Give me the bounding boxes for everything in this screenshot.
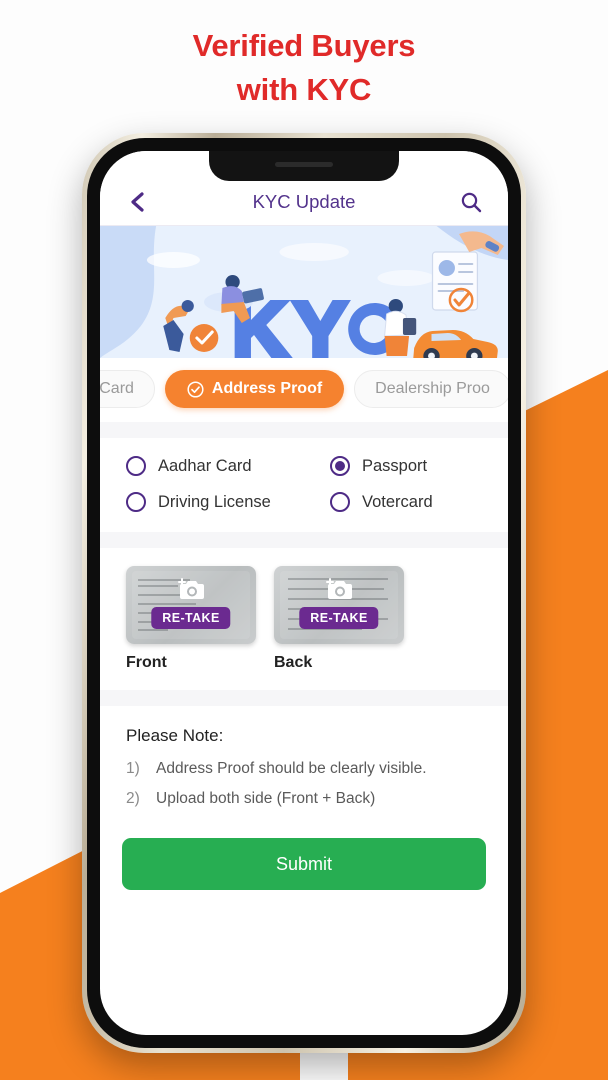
hero-illustration (100, 226, 508, 358)
phone-bezel: KYC Update Card Address Proof Dealership… (87, 138, 521, 1048)
document-upload-section: RE-TAKE Front RE-TAKE Back (100, 548, 508, 690)
radio-votercard-icon (330, 492, 350, 512)
retake-button-back[interactable]: RE-TAKE (299, 607, 379, 629)
radio-passport-icon (330, 456, 350, 476)
phone-notch (209, 151, 399, 181)
option-votercard[interactable]: Votercard (330, 492, 433, 512)
headline-line-1: Verified Buyers (192, 28, 416, 63)
note-item-1-text: Address Proof should be clearly visible. (156, 760, 427, 777)
note-item-2-number: 2) (126, 790, 140, 807)
section-divider-2 (100, 532, 508, 548)
note-item-2-text: Upload both side (Front + Back) (156, 790, 376, 807)
search-icon (461, 192, 482, 213)
proof-type-tabs: an Card Address Proof Dealership Proo (100, 358, 508, 422)
kyc-hero-banner (100, 226, 508, 358)
chevron-left-icon (131, 192, 144, 212)
option-passport[interactable]: Passport (330, 456, 427, 476)
option-votercard-label: Votercard (362, 492, 433, 511)
tab-address-proof[interactable]: Address Proof (164, 370, 345, 408)
back-button[interactable] (122, 187, 152, 217)
document-type-row-2: Driving License Votercard (126, 492, 482, 512)
note-item-2: 2) Upload both side (Front + Back) (126, 790, 482, 808)
phone-mockup: KYC Update Card Address Proof Dealership… (82, 133, 526, 1053)
earpiece-speaker (275, 162, 333, 167)
option-aadhar-card[interactable]: Aadhar Card (126, 456, 330, 476)
tab-dealership-proof-label: Dealership Proo (375, 380, 490, 397)
option-driving-license-label: Driving License (158, 492, 271, 511)
retake-button-front[interactable]: RE-TAKE (151, 607, 231, 629)
please-note-section: Please Note: 1) Address Proof should be … (100, 706, 508, 828)
search-button[interactable] (456, 187, 486, 217)
section-divider-3 (100, 690, 508, 706)
note-item-1: 1) Address Proof should be clearly visib… (126, 760, 482, 778)
upload-card-back: RE-TAKE Back (274, 566, 404, 672)
document-type-options: Aadhar Card Passport Driving License Vot… (100, 438, 508, 532)
section-divider-1 (100, 422, 508, 438)
upload-label-back: Back (274, 654, 313, 671)
submit-button[interactable]: Submit (122, 838, 486, 890)
option-aadhar-card-label: Aadhar Card (158, 456, 252, 475)
option-driving-license[interactable]: Driving License (126, 492, 330, 512)
document-thumbnail-back[interactable]: RE-TAKE (274, 566, 404, 644)
check-circle-icon (187, 380, 204, 398)
camera-add-icon-back (326, 578, 352, 600)
page-title: KYC Update (252, 191, 356, 212)
radio-driving-license-icon (126, 492, 146, 512)
phone-screen: KYC Update Card Address Proof Dealership… (100, 151, 508, 1035)
tab-dealership-proof[interactable]: Dealership Proo (354, 370, 508, 408)
promo-headline: Verified Buyers with KYC (0, 24, 608, 112)
tab-address-proof-label: Address Proof (211, 380, 323, 397)
document-type-row-1: Aadhar Card Passport (126, 456, 482, 476)
tab-pan-card[interactable]: an Card (100, 370, 155, 408)
note-item-1-number: 1) (126, 760, 140, 777)
option-passport-label: Passport (362, 456, 428, 475)
note-title: Please Note: (126, 726, 224, 745)
headline-line-2: with KYC (236, 72, 372, 108)
upload-card-front: RE-TAKE Front (126, 566, 256, 672)
document-thumbnail-front[interactable]: RE-TAKE (126, 566, 256, 644)
radio-aadhar-card-icon (126, 456, 146, 476)
upload-label-front: Front (126, 654, 167, 671)
tab-pan-card-label: an Card (100, 380, 134, 397)
camera-add-icon-front (178, 578, 204, 600)
submit-section: Submit (100, 828, 508, 890)
